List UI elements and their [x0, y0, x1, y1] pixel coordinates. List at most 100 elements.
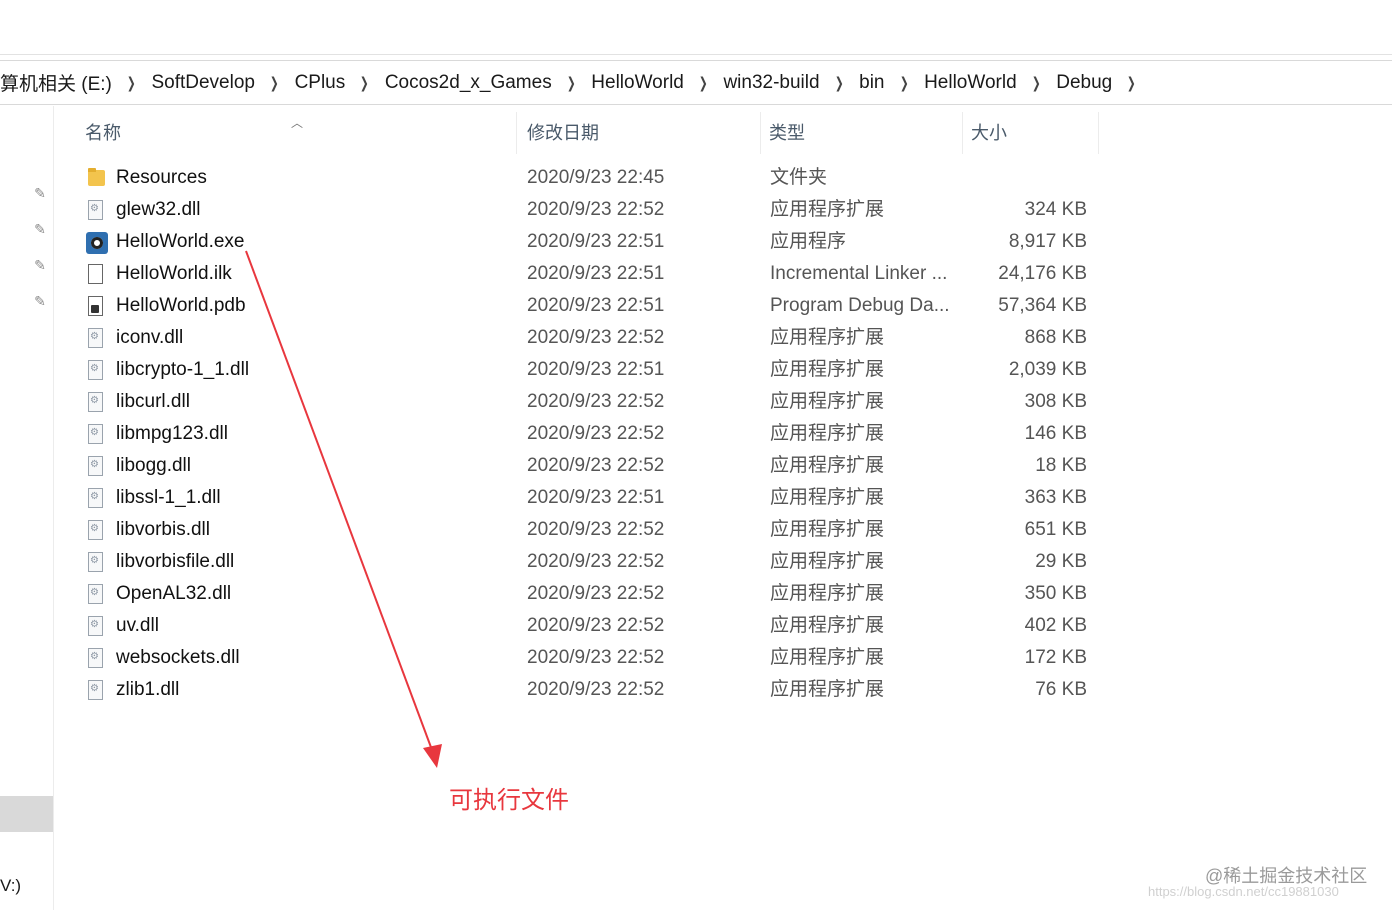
dll-file-icon	[85, 648, 107, 670]
window-top-divider	[0, 54, 1392, 55]
file-type: 应用程序扩展	[770, 487, 885, 508]
dll-file-icon	[85, 616, 107, 638]
file-size: 76 KB	[1035, 679, 1087, 700]
dll-file-icon	[85, 584, 107, 606]
chevron-right-icon[interactable]: ❯	[1124, 74, 1138, 92]
file-size: 146 KB	[1024, 423, 1087, 444]
file-type: 应用程序扩展	[770, 359, 885, 380]
file-type: 应用程序扩展	[770, 519, 885, 540]
breadcrumb-item[interactable]: Debug	[1046, 72, 1121, 94]
chevron-right-icon[interactable]: ❯	[897, 74, 911, 92]
file-name: libmpg123.dll	[116, 423, 228, 444]
breadcrumb-item[interactable]: Cocos2d_x_Games	[375, 72, 561, 94]
navigation-pane: ✎ ✎ ✎ ✎ V:)	[0, 106, 54, 910]
chevron-right-icon[interactable]: ❯	[832, 74, 846, 92]
breadcrumb-item[interactable]: 算机相关 (E:)	[0, 69, 121, 96]
file-name: websockets.dll	[116, 647, 240, 668]
file-name: Resources	[116, 167, 207, 188]
exe-app-icon	[85, 232, 108, 254]
nav-selected-item[interactable]	[0, 796, 53, 832]
file-row[interactable]: libvorbis.dll 2020/9/23 22:52 应用程序扩展 651 KB	[55, 514, 1105, 546]
file-modified-date: 2020/9/23 22:52	[527, 615, 665, 636]
file-size: 18 KB	[1035, 455, 1087, 476]
column-header-date[interactable]: 修改日期	[521, 112, 761, 154]
file-row[interactable]: HelloWorld.pdb 2020/9/23 22:51 Program Deb…	[55, 290, 1105, 322]
file-row[interactable]: HelloWorld.ilk 2020/9/23 22:51 Incremental…	[55, 258, 1105, 290]
file-size: 363 KB	[1024, 487, 1087, 508]
file-name: zlib1.dll	[116, 679, 180, 700]
file-type: Program Debug Da...	[770, 295, 950, 316]
file-row[interactable]: libssl-1_1.dll 2020/9/23 22:51 应用程序扩展 363 K…	[55, 482, 1105, 514]
file-type: 应用程序扩展	[770, 423, 885, 444]
pin-icon[interactable]: ✎	[31, 256, 49, 274]
file-name: glew32.dll	[116, 199, 201, 220]
nav-drive-label[interactable]: V:)	[0, 876, 21, 896]
file-type: 应用程序扩展	[770, 327, 885, 348]
file-name: OpenAL32.dll	[116, 583, 232, 604]
breadcrumb-item[interactable]: HelloWorld	[914, 72, 1026, 94]
file-type: 应用程序扩展	[770, 391, 885, 412]
file-size: 172 KB	[1024, 647, 1087, 668]
file-modified-date: 2020/9/23 22:52	[527, 583, 665, 604]
dll-file-icon	[85, 200, 107, 222]
file-row[interactable]: HelloWorld.exe 2020/9/23 22:51 应用程序 8,917 K…	[55, 226, 1105, 258]
file-row[interactable]: websockets.dll 2020/9/23 22:52 应用程序扩展 172 K…	[55, 642, 1105, 674]
chevron-right-icon[interactable]: ❯	[267, 74, 281, 92]
pin-icon[interactable]: ✎	[31, 184, 49, 202]
file-name: libvorbis.dll	[116, 519, 210, 540]
chevron-right-icon[interactable]: ❯	[124, 74, 138, 92]
dll-file-icon	[85, 456, 107, 478]
column-header-type[interactable]: 类型	[763, 112, 963, 154]
file-row[interactable]: libvorbisfile.dll 2020/9/23 22:52 应用程序扩展 29…	[55, 546, 1105, 578]
dll-file-icon	[85, 392, 107, 414]
file-row[interactable]: libcurl.dll 2020/9/23 22:52 应用程序扩展 308 KB	[55, 386, 1105, 418]
file-row[interactable]: Resources 2020/9/23 22:45 文件夹	[55, 162, 1105, 194]
file-row[interactable]: libogg.dll 2020/9/23 22:52 应用程序扩展 18 KB	[55, 450, 1105, 482]
dll-file-icon	[85, 520, 107, 542]
file-row[interactable]: uv.dll 2020/9/23 22:52 应用程序扩展 402 KB	[55, 610, 1105, 642]
pin-icon[interactable]: ✎	[31, 292, 49, 310]
dll-file-icon	[85, 680, 107, 702]
chevron-right-icon[interactable]: ❯	[696, 74, 710, 92]
file-name: HelloWorld.ilk	[116, 263, 232, 284]
column-header-size[interactable]: 大小	[965, 112, 1099, 154]
file-name: HelloWorld.exe	[116, 231, 245, 252]
file-row[interactable]: iconv.dll 2020/9/23 22:52 应用程序扩展 868 KB	[55, 322, 1105, 354]
breadcrumb-item[interactable]: win32-build	[713, 72, 828, 94]
file-size: 402 KB	[1024, 615, 1087, 636]
dll-file-icon	[85, 488, 107, 510]
file-modified-date: 2020/9/23 22:52	[527, 647, 665, 668]
file-modified-date: 2020/9/23 22:45	[527, 167, 665, 188]
breadcrumb-item[interactable]: SoftDevelop	[141, 72, 264, 94]
file-name: libogg.dll	[116, 455, 191, 476]
chevron-right-icon[interactable]: ❯	[1029, 74, 1043, 92]
pdb-file-icon	[85, 296, 107, 318]
pin-icon[interactable]: ✎	[31, 220, 49, 238]
file-modified-date: 2020/9/23 22:51	[527, 263, 665, 284]
file-modified-date: 2020/9/23 22:52	[527, 423, 665, 444]
address-bar[interactable]: 算机相关 (E:) ❯ SoftDevelop ❯ CPlus ❯ Cocos2d_x_Ga…	[0, 60, 1392, 105]
file-modified-date: 2020/9/23 22:51	[527, 295, 665, 316]
breadcrumb-item[interactable]: CPlus	[285, 72, 355, 94]
file-type: 应用程序	[770, 231, 847, 252]
file-modified-date: 2020/9/23 22:52	[527, 327, 665, 348]
watermark-url: https://blog.csdn.net/cc19881030	[1148, 884, 1339, 899]
file-row[interactable]: OpenAL32.dll 2020/9/23 22:52 应用程序扩展 350 KB	[55, 578, 1105, 610]
file-name: libvorbisfile.dll	[116, 551, 235, 572]
file-name: iconv.dll	[116, 327, 184, 348]
file-size: 29 KB	[1035, 551, 1087, 572]
file-row[interactable]: libmpg123.dll 2020/9/23 22:52 应用程序扩展 146 KB	[55, 418, 1105, 450]
folder-icon	[85, 168, 107, 190]
file-row[interactable]: glew32.dll 2020/9/23 22:52 应用程序扩展 324 KB	[55, 194, 1105, 226]
file-row[interactable]: zlib1.dll 2020/9/23 22:52 应用程序扩展 76 KB	[55, 674, 1105, 706]
file-modified-date: 2020/9/23 22:51	[527, 231, 665, 252]
breadcrumb-item[interactable]: HelloWorld	[581, 72, 693, 94]
breadcrumb-item[interactable]: bin	[849, 72, 893, 94]
file-row[interactable]: libcrypto-1_1.dll 2020/9/23 22:51 应用程序扩展 2,…	[55, 354, 1105, 386]
file-name: libssl-1_1.dll	[116, 487, 221, 508]
chevron-right-icon[interactable]: ❯	[357, 74, 371, 92]
file-type: 应用程序扩展	[770, 647, 885, 668]
dll-file-icon	[85, 552, 107, 574]
chevron-right-icon[interactable]: ❯	[564, 74, 578, 92]
breadcrumb: 算机相关 (E:) ❯ SoftDevelop ❯ CPlus ❯ Cocos2d_x_Ga…	[0, 69, 1142, 96]
